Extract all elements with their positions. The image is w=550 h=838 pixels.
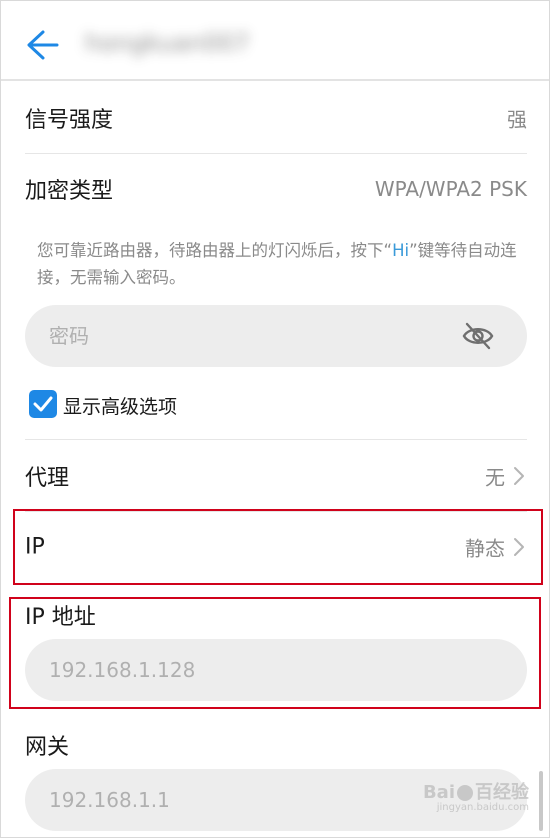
- wps-hint-text: 您可靠近路由器，待路由器上的灯闪烁后，按下“Hi”键等待自动连接，无需输入密码。: [37, 237, 517, 291]
- watermark-brand: Bai: [422, 782, 455, 803]
- network-ssid: hongkuan007: [85, 29, 250, 57]
- chevron-right-icon: [514, 467, 524, 485]
- signal-strength-value: 强: [507, 107, 527, 132]
- signal-strength-row: 信号强度 强: [25, 83, 527, 153]
- password-field[interactable]: [25, 305, 527, 367]
- back-arrow-icon[interactable]: [23, 27, 63, 63]
- ip-address-input[interactable]: [49, 639, 449, 701]
- proxy-value: 无: [485, 465, 505, 490]
- advanced-options-label: 显示高级选项: [63, 396, 178, 418]
- app-header: hongkuan007: [1, 1, 549, 81]
- ip-address-field[interactable]: [25, 639, 527, 701]
- show-advanced-options[interactable]: 显示高级选项: [29, 389, 329, 419]
- watermark-brand2: 百经验: [475, 782, 529, 803]
- paw-icon: [457, 785, 473, 801]
- hide-password-eye-icon[interactable]: [461, 321, 495, 351]
- hint-prefix: 您可靠近路由器，待路由器上的灯闪烁后，按下“: [37, 241, 393, 260]
- proxy-row[interactable]: 代理 无: [25, 441, 527, 511]
- gateway-label: 网关: [25, 735, 70, 760]
- hint-hi-key: Hi: [392, 241, 410, 260]
- baidu-jingyan-watermark: Bai 百经验 jingyan.baidu.com: [423, 778, 529, 813]
- ip-settings-row[interactable]: IP 静态: [25, 512, 527, 582]
- divider: [25, 439, 527, 440]
- ip-settings-label: IP: [25, 534, 45, 560]
- chevron-right-icon: [514, 538, 524, 556]
- gateway-input[interactable]: [49, 769, 449, 831]
- scrollbar[interactable]: [539, 771, 543, 831]
- encryption-type-value: WPA/WPA2 PSK: [374, 177, 527, 201]
- watermark-url: jingyan.baidu.com: [436, 802, 529, 813]
- encryption-type-row: 加密类型 WPA/WPA2 PSK: [25, 154, 527, 224]
- password-input[interactable]: [49, 305, 449, 367]
- ip-settings-value: 静态: [465, 536, 505, 561]
- signal-strength-label: 信号强度: [25, 108, 114, 133]
- proxy-label: 代理: [25, 466, 70, 491]
- advanced-options-checkbox[interactable]: [29, 390, 57, 418]
- ip-address-label: IP 地址: [25, 605, 96, 630]
- encryption-type-label: 加密类型: [25, 179, 114, 204]
